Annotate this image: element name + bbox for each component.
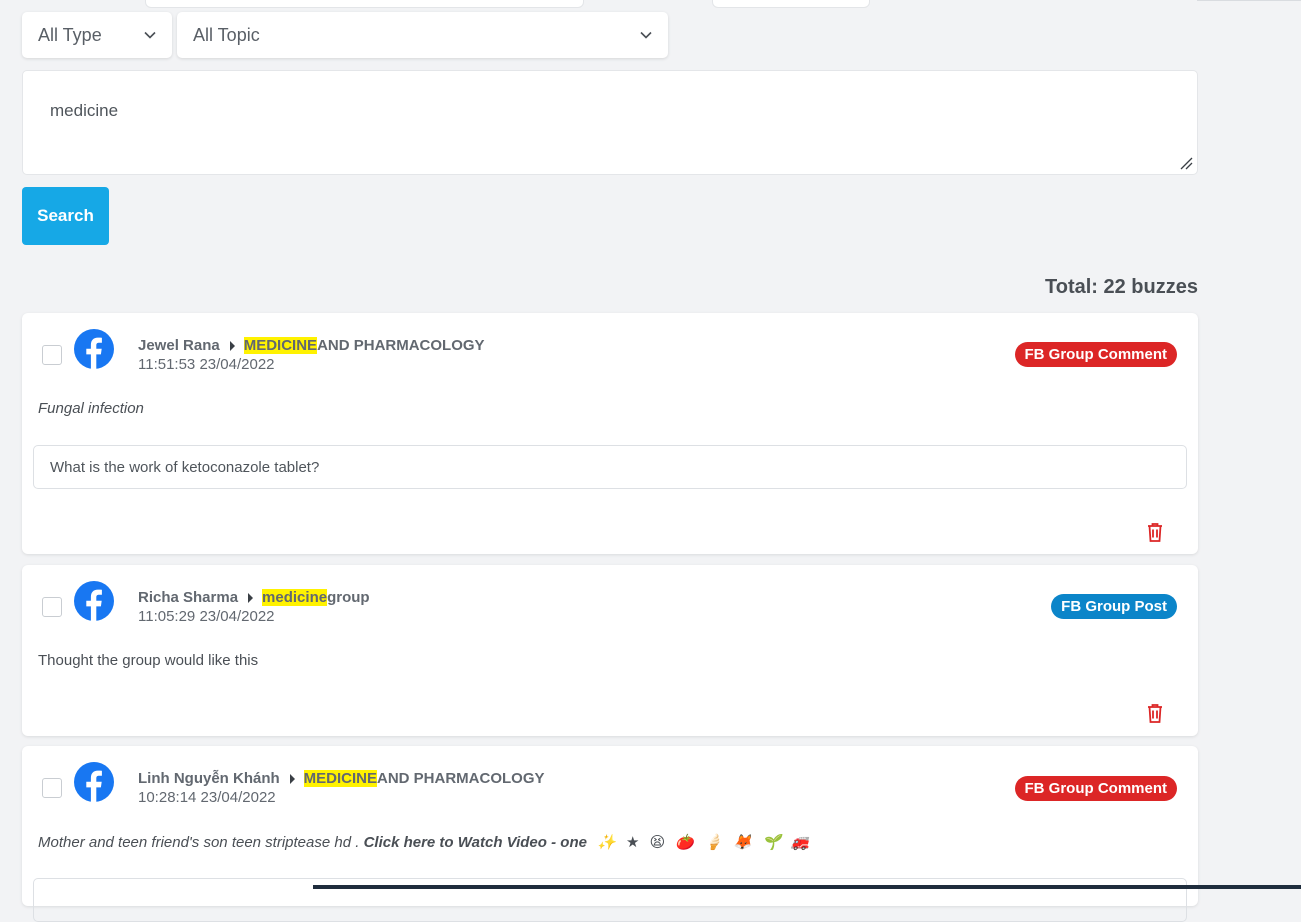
- post-title-plain: Mother and teen friend's son teen stript…: [38, 834, 364, 851]
- post-time: 11:05:29 23/04/2022: [138, 608, 275, 625]
- buzz-card: Jewel Rana MEDICINE AND PHARMACOLOGY 11:…: [22, 313, 1198, 554]
- chevron-down-icon: [640, 31, 652, 39]
- taskbar-edge: [313, 885, 1301, 889]
- facebook-icon: [74, 581, 114, 621]
- facebook-icon: [74, 762, 114, 802]
- trash-icon[interactable]: [1145, 702, 1165, 724]
- total-count: Total: 22 buzzes: [1045, 276, 1198, 298]
- group-name-rest[interactable]: AND PHARMACOLOGY: [317, 337, 485, 354]
- comment-text-value: What is the work of ketoconazole tablet?: [50, 458, 320, 476]
- trash-icon[interactable]: [1145, 521, 1165, 543]
- post-title-bold: Click here to Watch Video: [363, 834, 547, 851]
- select-checkbox[interactable]: [42, 778, 62, 798]
- chevron-down-icon: [144, 31, 156, 39]
- search-button[interactable]: Search: [22, 187, 109, 245]
- seedling-emoji: 🌱: [762, 834, 781, 851]
- group-name-highlight[interactable]: MEDICINE: [303, 770, 378, 787]
- source-badge: FB Group Comment: [1014, 776, 1177, 801]
- author-name[interactable]: Richa Sharma: [138, 589, 238, 606]
- group-name-rest[interactable]: group: [327, 589, 370, 606]
- tired-face-emoji: 😫: [649, 834, 666, 851]
- author-name[interactable]: Linh Nguyễn Khánh: [138, 770, 280, 787]
- buzz-card: Linh Nguyễn Khánh MEDICINE AND PHARMACOL…: [22, 746, 1198, 922]
- buzz-card: Richa Sharma medicine group 11:05:29 23/…: [22, 565, 1198, 736]
- post-meta: Linh Nguyễn Khánh MEDICINE AND PHARMACOL…: [138, 770, 545, 806]
- top-filter-remnant: [712, 0, 870, 8]
- top-strip: [0, 0, 1301, 8]
- source-badge: FB Group Post: [1051, 594, 1177, 619]
- star-emoji: ★: [625, 834, 640, 851]
- group-name-highlight[interactable]: MEDICINE: [243, 337, 318, 354]
- select-checkbox[interactable]: [42, 345, 62, 365]
- search-query-textarea[interactable]: medicine: [22, 70, 1198, 175]
- post-title-tail: - one: [546, 834, 587, 851]
- resize-handle-icon[interactable]: [1179, 156, 1193, 170]
- author-name[interactable]: Jewel Rana: [138, 337, 220, 354]
- topic-select-value: All Topic: [193, 24, 260, 45]
- group-name-highlight[interactable]: medicine: [262, 589, 328, 606]
- post-time: 10:28:14 23/04/2022: [138, 789, 276, 806]
- post-time: 11:51:53 23/04/2022: [138, 356, 275, 373]
- caret-right-icon: [289, 773, 295, 784]
- post-meta: Jewel Rana MEDICINE AND PHARMACOLOGY 11:…: [138, 337, 485, 373]
- comment-text: What is the work of ketoconazole tablet?: [33, 445, 1187, 489]
- type-select[interactable]: All Type: [22, 12, 172, 58]
- post-title: Fungal infection: [38, 400, 144, 417]
- caret-right-icon: [248, 592, 254, 603]
- facebook-icon: [74, 329, 114, 369]
- search-query-value: medicine: [50, 101, 119, 120]
- source-badge: FB Group Comment: [1014, 342, 1177, 367]
- sparkle-emoji: ✨: [597, 834, 616, 851]
- fox-emoji: 🦊: [733, 834, 752, 851]
- caret-right-icon: [229, 340, 235, 351]
- group-name-rest[interactable]: AND PHARMACOLOGY: [377, 770, 545, 787]
- post-meta: Richa Sharma medicine group 11:05:29 23/…: [138, 589, 370, 625]
- fire-engine-emoji: 🚒: [790, 834, 810, 851]
- ice-cream-emoji: 🍦: [704, 834, 723, 851]
- type-select-value: All Type: [38, 24, 102, 45]
- top-filter-remnant: [145, 0, 584, 8]
- post-title: Thought the group would like this: [38, 652, 259, 669]
- divider: [1197, 0, 1301, 1]
- select-checkbox[interactable]: [42, 597, 62, 617]
- tomato-emoji: 🍅: [675, 834, 695, 851]
- topic-select[interactable]: All Topic: [177, 12, 668, 58]
- post-title: Mother and teen friend's son teen stript…: [38, 833, 810, 851]
